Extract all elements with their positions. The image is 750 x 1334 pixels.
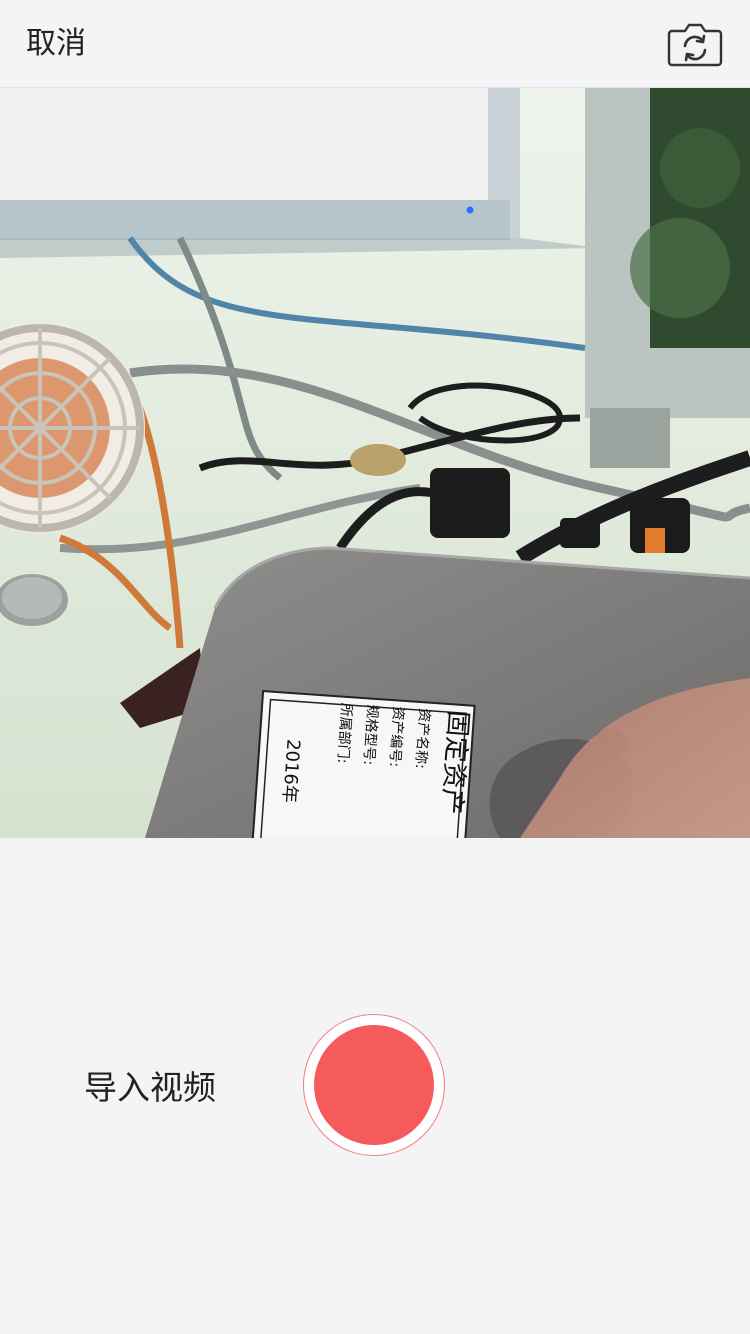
import-video-button[interactable]: 导入视频	[84, 1066, 216, 1110]
camera-switch-icon[interactable]	[666, 20, 724, 68]
record-button-icon[interactable]	[303, 1014, 445, 1156]
camera-preview-image: 固定资产 资产名称: 资产编号: 规格型号: 所属部门: 2016年	[0, 88, 750, 838]
sticker-year: 2016年	[278, 738, 303, 803]
video-capture-screen: 取消 固定资产 资产名称: 资产编号: 规格型号: 所属部门: 2016年 导入…	[0, 0, 750, 1334]
camera-preview: 固定资产 资产名称: 资产编号: 规格型号: 所属部门: 2016年	[0, 88, 750, 838]
top-bar: 取消	[0, 0, 750, 88]
record-button-inner	[314, 1025, 434, 1145]
capture-controls: 导入视频	[0, 838, 750, 1334]
cancel-button[interactable]: 取消	[26, 22, 86, 66]
